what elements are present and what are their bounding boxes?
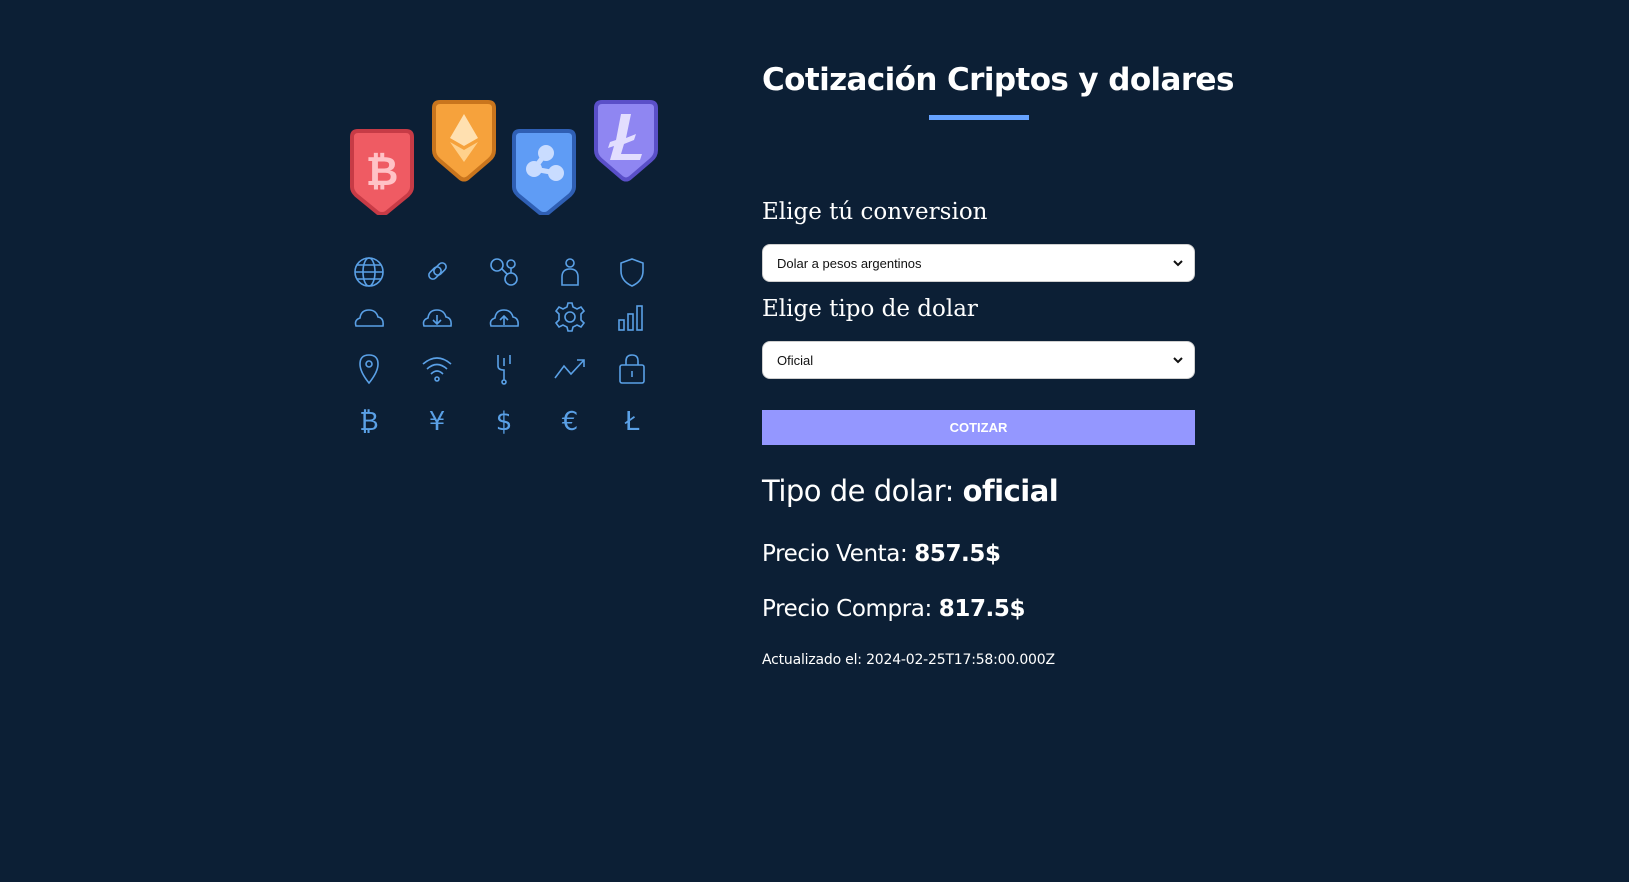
litecoin-badge-icon xyxy=(594,100,658,186)
yen-icon: ¥ xyxy=(420,403,454,437)
cotizar-button[interactable]: COTIZAR xyxy=(762,410,1195,445)
svg-text:Ł: Ł xyxy=(624,407,640,437)
person-icon xyxy=(553,255,587,289)
euro-icon: € xyxy=(553,403,587,437)
gear-icon xyxy=(553,300,587,334)
ethereum-badge-icon xyxy=(432,100,496,186)
padlock-icon xyxy=(615,352,649,386)
cloud-download-icon xyxy=(420,300,454,334)
dollar-icon: $ xyxy=(487,403,521,437)
litecoin-icon: Ł xyxy=(615,403,649,437)
result-dolar-type: Tipo de dolar: oficial xyxy=(762,474,1059,508)
page-title: Cotización Criptos y dolares xyxy=(762,62,1234,98)
ripple-badge-icon xyxy=(512,129,576,216)
result-precio-venta: Precio Venta: 857.5$ xyxy=(762,541,1001,567)
bar-chart-icon xyxy=(615,300,649,334)
trend-up-icon xyxy=(553,352,587,386)
svg-text:₿: ₿ xyxy=(359,407,378,437)
globe-icon xyxy=(352,255,386,289)
conversion-select-value: Dolar a pesos argentinos xyxy=(777,255,922,271)
result-updated-value: 2024-02-25T17:58:00.000Z xyxy=(866,652,1055,668)
wifi-icon xyxy=(420,352,454,386)
result-updated: Actualizado el: 2024-02-25T17:58:00.000Z xyxy=(762,652,1055,668)
svg-text:€: € xyxy=(562,407,579,437)
result-updated-label: Actualizado el: xyxy=(762,652,862,668)
nodes-icon xyxy=(487,255,521,289)
result-precio-compra: Precio Compra: 817.5$ xyxy=(762,596,1026,622)
crypto-illustration: ₿ ₿ ¥ $ € Ł xyxy=(350,95,680,455)
location-pin-icon xyxy=(352,352,386,386)
result-type-label: Tipo de dolar: xyxy=(762,474,954,508)
result-compra-value: 817.5$ xyxy=(938,596,1026,622)
bitcoin-icon: ₿ xyxy=(352,403,386,437)
page: ₿ ₿ ¥ $ € Ł Cotización Criptos y dolares… xyxy=(0,0,1629,882)
svg-text:₿: ₿ xyxy=(366,149,399,195)
fork-icon xyxy=(487,352,521,386)
result-compra-label: Precio Compra: xyxy=(762,596,932,622)
result-venta-value: 857.5$ xyxy=(914,541,1001,567)
chevron-down-icon xyxy=(1172,354,1184,366)
crypto-badges: ₿ xyxy=(350,95,680,216)
chevron-down-icon xyxy=(1172,257,1184,269)
bitcoin-badge-icon: ₿ xyxy=(350,129,414,216)
title-underline xyxy=(929,115,1029,120)
conversion-select[interactable]: Dolar a pesos argentinos xyxy=(762,244,1195,282)
conversion-label: Elige tú conversion xyxy=(762,199,988,225)
dolar-type-select-value: Oficial xyxy=(777,352,814,368)
result-venta-label: Precio Venta: xyxy=(762,541,908,567)
svg-text:¥: ¥ xyxy=(429,407,446,437)
result-type-value: oficial xyxy=(962,474,1059,508)
shield-icon xyxy=(615,255,649,289)
dolar-type-select[interactable]: Oficial xyxy=(762,341,1195,379)
svg-text:$: $ xyxy=(496,407,513,437)
dolar-type-label: Elige tipo de dolar xyxy=(762,296,978,322)
cloud-upload-icon xyxy=(487,300,521,334)
link-icon xyxy=(420,255,454,289)
cloud-icon xyxy=(352,300,386,334)
